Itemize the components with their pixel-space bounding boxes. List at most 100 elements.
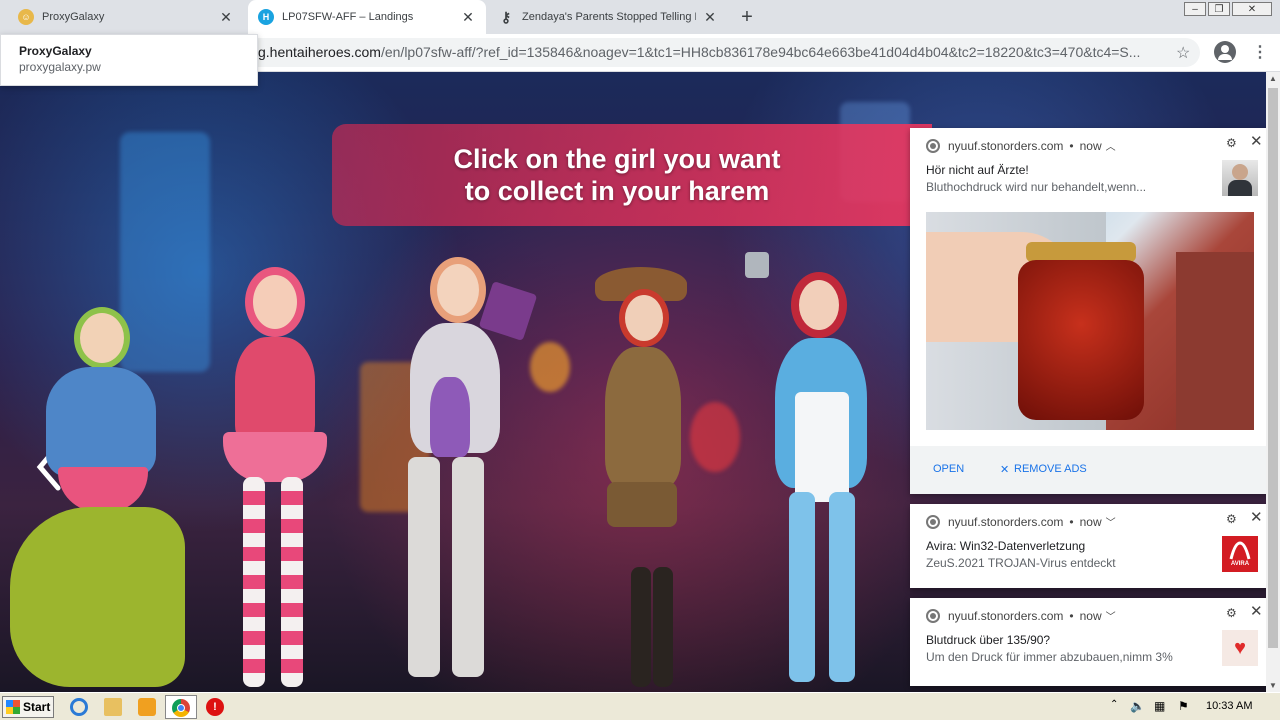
profile-avatar-icon[interactable]: [1214, 41, 1236, 63]
chevron-up-icon[interactable]: ︿: [1106, 138, 1116, 153]
system-tray: ⌃ 🔈 ▦ ⚑ 10:33 AM: [1106, 697, 1278, 717]
character-bodysuit[interactable]: [390, 257, 540, 687]
jar: [1018, 260, 1144, 420]
avira-umbrella-icon: [1229, 541, 1251, 560]
character-lamia[interactable]: [10, 307, 190, 692]
menu-kebab-icon[interactable]: ⋮: [1252, 42, 1268, 62]
notification-title: Hör nicht auf Ärzte!: [926, 163, 1029, 177]
maximize-button[interactable]: ❐: [1208, 2, 1230, 16]
book: [478, 281, 538, 341]
vertical-scrollbar[interactable]: ▲ ▼: [1266, 72, 1280, 692]
chevron-down-icon[interactable]: ﹀: [1106, 514, 1116, 529]
notification-card-1[interactable]: nyuuf.stonorders.com • now ︿ ⚙ ✕ Hör nic…: [910, 128, 1270, 494]
chrome-taskbar-button[interactable]: [165, 695, 197, 719]
notification-time: now: [1079, 138, 1102, 153]
media-player-icon[interactable]: [138, 698, 156, 716]
chevron-down-icon[interactable]: ﹀: [1106, 608, 1116, 623]
tooltip-url: proxygalaxy.pw: [19, 60, 101, 74]
banner-line-1: Click on the girl you want: [453, 144, 781, 174]
gear-icon[interactable]: ⚙: [1226, 512, 1237, 526]
notification-header: nyuuf.stonorders.com • now ︿: [926, 138, 1116, 153]
address-bar[interactable]: g.hentaiheroes.com/en/lp07sfw-aff/?ref_i…: [200, 38, 1200, 67]
notification-actions: OPEN ✕ REMOVE ADS: [910, 446, 1270, 494]
tab-strip: ☺ ProxyGalaxy ✕ H LP07SFW-AFF – Landings…: [0, 0, 1280, 34]
key-favicon-icon: ⚷: [500, 8, 512, 25]
tab-title: LP07SFW-AFF – Landings: [282, 11, 414, 23]
close-tab-icon[interactable]: ✕: [460, 9, 476, 25]
notification-source: nyuuf.stonorders.com: [948, 138, 1064, 153]
proxygalaxy-favicon-icon: ☺: [18, 9, 34, 25]
minimize-button[interactable]: –: [1184, 2, 1206, 16]
internet-explorer-icon[interactable]: [70, 698, 88, 716]
chevron-up-icon[interactable]: ⌃: [1110, 699, 1118, 710]
start-button[interactable]: Start: [2, 696, 54, 718]
notification-card-2[interactable]: nyuuf.stonorders.com • now ﹀ ⚙ ✕ Avira: …: [910, 504, 1270, 588]
bookmark-star-icon[interactable]: ☆: [1176, 43, 1190, 63]
taskbar: Start ! ⌃ 🔈 ▦ ⚑ 10:33 AM: [0, 692, 1280, 720]
close-icon: ✕: [1000, 464, 1010, 476]
close-icon[interactable]: ✕: [1250, 508, 1263, 526]
avira-logo-icon: AVIRA: [1222, 536, 1258, 572]
new-tab-button[interactable]: +: [736, 6, 758, 28]
chrome-icon: [926, 514, 940, 529]
close-tab-icon[interactable]: ✕: [702, 9, 718, 25]
taskbar-clock[interactable]: 10:33 AM: [1206, 700, 1252, 712]
background-light: [690, 402, 740, 472]
landings-favicon-icon: H: [258, 9, 274, 25]
heart-icon: ♥: [1222, 630, 1258, 666]
tab-hover-tooltip: ProxyGalaxy proxygalaxy.pw: [0, 34, 258, 86]
stop-icon[interactable]: !: [206, 698, 224, 716]
tab-proxygalaxy[interactable]: ☺ ProxyGalaxy ✕: [8, 0, 244, 34]
notification-header: nyuuf.stonorders.com • now ﹀: [926, 514, 1116, 529]
network-icon[interactable]: ▦: [1154, 699, 1165, 713]
address-domain: g.hentaiheroes.com: [258, 44, 381, 60]
scroll-up-arrow-icon[interactable]: ▲: [1269, 74, 1277, 83]
banner-line-2: to collect in your harem: [464, 176, 770, 206]
character-maid[interactable]: [745, 252, 885, 687]
character-explorer[interactable]: [595, 267, 695, 692]
address-path: /en/lp07sfw-aff/?ref_id=135846&noagev=1&…: [380, 44, 1141, 60]
brick-house: [1176, 252, 1254, 430]
notification-title: Blutdruck über 135/90?: [926, 633, 1051, 647]
notification-card-3[interactable]: nyuuf.stonorders.com • now ﹀ ⚙ ✕ Blutdru…: [910, 598, 1270, 686]
chrome-icon: [926, 608, 940, 623]
tab-title: Zendaya's Parents Stopped Telling H: [522, 11, 696, 23]
notification-title: Avira: Win32-Datenverletzung: [926, 539, 1086, 553]
remove-ads-button[interactable]: REMOVE ADS: [1014, 463, 1087, 475]
window-close-button[interactable]: ✕: [1232, 2, 1272, 16]
close-icon[interactable]: ✕: [1250, 602, 1263, 620]
close-icon[interactable]: ✕: [1250, 132, 1263, 150]
gear-icon[interactable]: ⚙: [1226, 606, 1237, 620]
start-label: Start: [23, 700, 51, 714]
notification-time: now: [1079, 608, 1102, 623]
notification-body: Um den Druck für immer abzubauen,nimm 3%: [926, 650, 1173, 664]
scroll-down-arrow-icon[interactable]: ▼: [1269, 681, 1277, 690]
notification-thumbnail: [1222, 160, 1258, 196]
gear-icon[interactable]: ⚙: [1226, 136, 1237, 150]
character-pink-hair[interactable]: [205, 267, 340, 692]
notification-body: Bluthochdruck wird nur behandelt,wenn...: [926, 180, 1147, 194]
tab-title: ProxyGalaxy: [42, 11, 105, 23]
notification-source: nyuuf.stonorders.com: [948, 608, 1064, 623]
scrollbar-thumb[interactable]: [1268, 88, 1278, 648]
chrome-icon: [926, 138, 940, 153]
jar-lid: [1026, 242, 1136, 262]
tab-landings[interactable]: H LP07SFW-AFF – Landings ✕: [248, 0, 486, 34]
flag-icon[interactable]: ⚑: [1178, 699, 1189, 713]
chrome-icon: [172, 699, 190, 717]
notification-header: nyuuf.stonorders.com • now ﹀: [926, 608, 1116, 623]
windows-flag-icon: [6, 700, 20, 714]
tooltip-title: ProxyGalaxy: [19, 44, 92, 58]
title-banner: Click on the girl you want to collect in…: [332, 124, 932, 226]
avira-badge: AVIRA: [1230, 561, 1250, 567]
notification-time: now: [1079, 514, 1102, 529]
pitcher: [745, 252, 769, 278]
close-tab-icon[interactable]: ✕: [218, 9, 234, 25]
notification-body: ZeuS.2021 TROJAN-Virus entdeckt: [926, 556, 1116, 570]
open-button[interactable]: OPEN: [933, 463, 964, 475]
folder-icon[interactable]: [104, 698, 122, 716]
tab-zendaya[interactable]: ⚷ Zendaya's Parents Stopped Telling H ✕: [488, 0, 728, 34]
speaker-icon[interactable]: 🔈: [1130, 699, 1145, 713]
notification-source: nyuuf.stonorders.com: [948, 514, 1064, 529]
notification-image: [926, 212, 1254, 430]
